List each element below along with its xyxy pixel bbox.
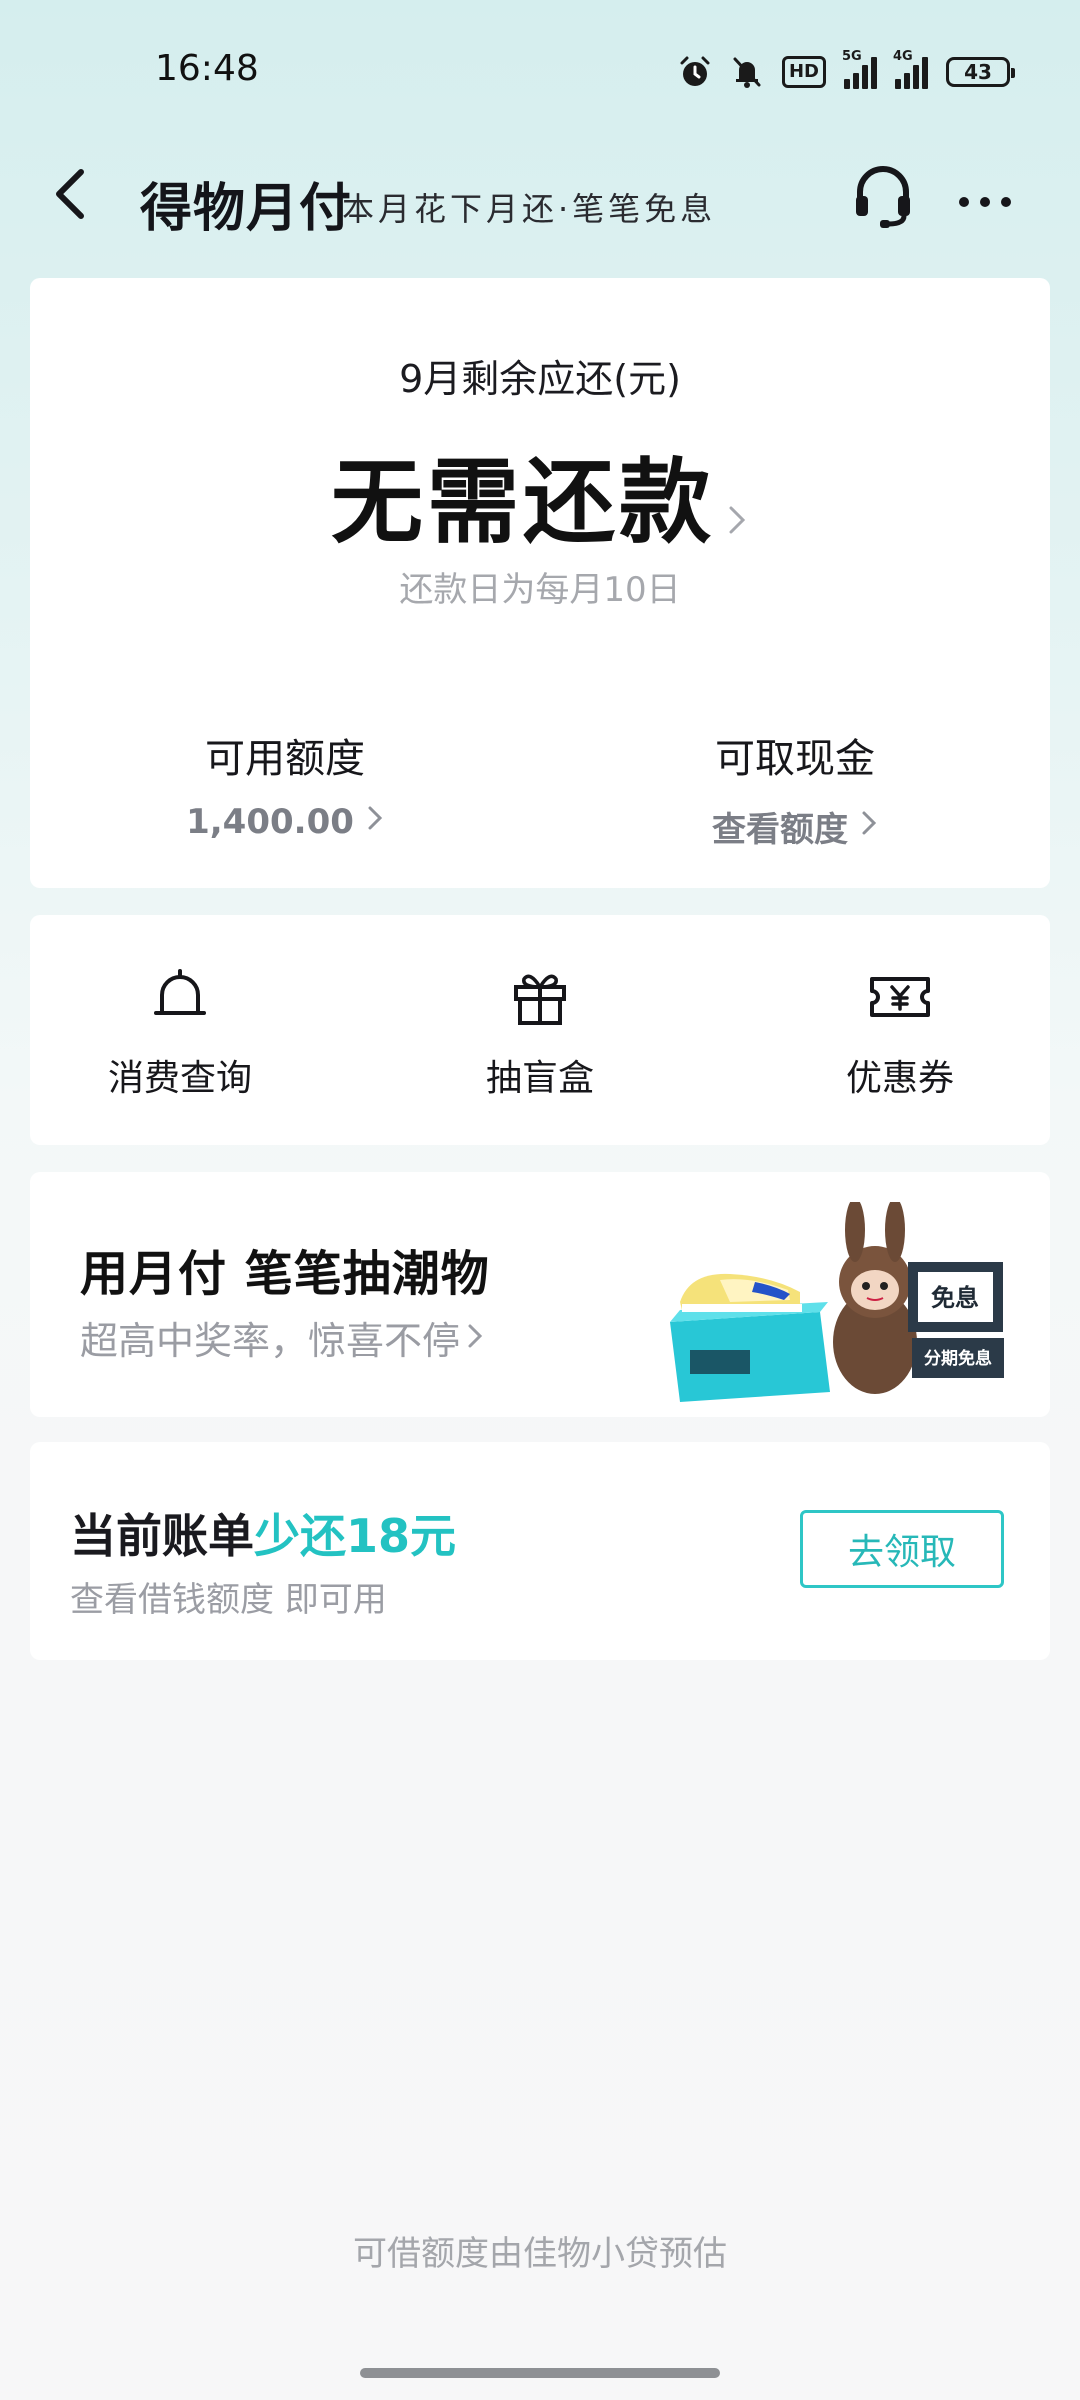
bill-title-accent: 少还18元 [254,1509,457,1563]
action-consumption-query[interactable]: 消费查询 [70,965,290,1101]
status-bar: 16:48 HD 5G 4G 43 [0,0,1080,140]
signal-5g-icon: 5G [842,49,877,89]
action-label: 抽盲盒 [485,1058,594,1099]
available-credit-value: 1,400.00 [186,802,354,842]
available-credit-title: 可用额度 [205,736,365,782]
action-blind-box[interactable]: 抽盲盒 [430,965,650,1101]
available-credit[interactable]: 可用额度 1,400.00 [85,726,485,842]
repayment-amount[interactable]: 无需还款 [30,428,1050,562]
cash-withdrawal[interactable]: 可取现金 查看额度 [595,726,995,851]
bell-icon [70,965,290,1029]
chevron-right-icon [860,807,878,847]
headset-icon[interactable] [848,160,918,230]
quick-actions-card: 消费查询 抽盲盒 优惠券 [30,915,1050,1145]
chevron-right-icon [366,802,384,842]
chevron-right-icon [466,1316,484,1360]
status-time: 16:48 [155,48,259,89]
footer-note: 可借额度由佳物小贷预估 [353,2234,727,2274]
battery-icon: 43 [946,57,1015,87]
chevron-right-icon [725,455,749,562]
status-icons: HD 5G 4G 43 [678,49,1015,94]
promo-title: 用月付 笔笔抽潮物 [80,1246,490,1302]
promo-badge-top: 免息 [931,1284,979,1312]
bill-title: 当前账单少还18元 [70,1500,456,1566]
repayment-date-note: 还款日为每月10日 [399,570,681,610]
top-nav: 得物月付 本月花下月还·笔笔免息 [0,150,1080,240]
bill-title-prefix: 当前账单 [70,1509,254,1563]
coupon-icon [790,965,1010,1029]
promo-badge-bottom: 分期免息 [924,1348,992,1369]
back-arrow-icon[interactable] [45,162,105,226]
signal-4g-icon: 4G [893,49,928,89]
claim-button[interactable]: 去领取 [800,1510,1004,1588]
bill-subtitle: 查看借钱额度 即可用 [70,1580,387,1620]
cash-withdrawal-value: 查看额度 [712,810,848,850]
action-label: 消费查询 [107,1058,252,1099]
bell-muted-icon [730,55,764,89]
repayment-label: 9月剩余应还(元) [399,357,681,401]
current-bill-card: 当前账单少还18元 查看借钱额度 即可用 去领取 [30,1442,1050,1660]
gift-icon [430,965,650,1029]
action-label: 优惠券 [845,1058,954,1099]
promo-banner[interactable]: 用月付 笔笔抽潮物 超高中奖率，惊喜不停 免息 分期免息 [30,1172,1050,1417]
page-title: 得物月付 [140,179,353,239]
home-indicator[interactable] [360,2368,720,2378]
repayment-amount-text: 无需还款 [330,449,715,556]
promo-illustration: 免息 分期免息 [660,1198,1020,1402]
cash-withdrawal-title: 可取现金 [715,736,875,782]
hd-icon: HD [781,56,826,88]
page-subtitle: 本月花下月还·笔笔免息 [342,190,717,228]
alarm-icon [678,55,712,89]
promo-subtitle: 超高中奖率，惊喜不停 [80,1319,461,1363]
more-icon[interactable] [950,160,1020,230]
repayment-summary-card: 9月剩余应还(元) 无需还款 还款日为每月10日 可用额度 1,400.00 可… [30,278,1050,888]
action-coupons[interactable]: 优惠券 [790,965,1010,1101]
